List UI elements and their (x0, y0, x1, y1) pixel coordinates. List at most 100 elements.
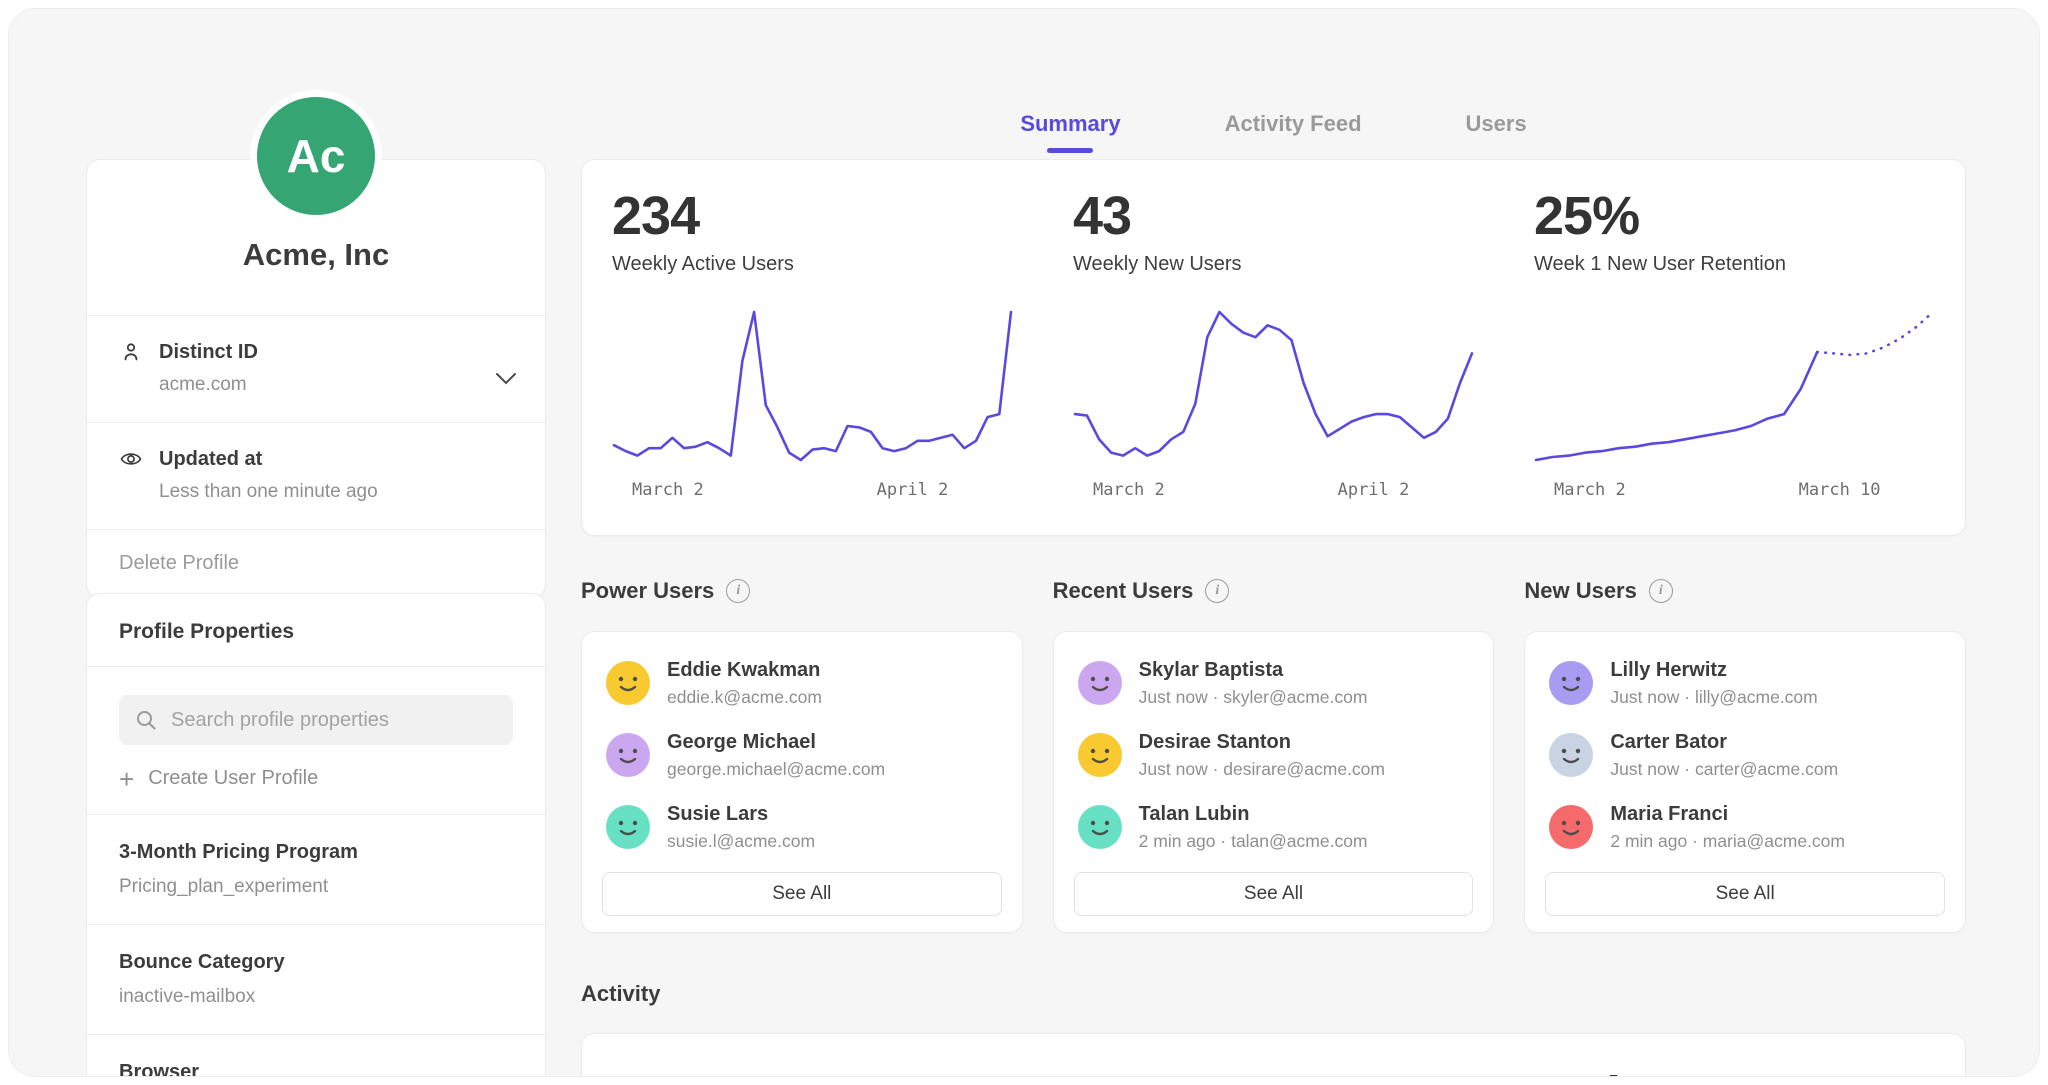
eye-icon (119, 447, 143, 471)
see-all-button[interactable]: See All (1545, 872, 1945, 916)
user-name: Desirae Stanton (1139, 730, 1385, 754)
user-avatar (606, 661, 650, 705)
updated-at-value: Less than one minute ago (159, 481, 513, 503)
stat-value: 25% (1534, 188, 1935, 245)
tab-users[interactable]: Users (1466, 111, 1527, 153)
info-icon[interactable]: i (726, 579, 750, 603)
user-avatar (1078, 733, 1122, 777)
x-axis-tick: March 2 (632, 480, 704, 500)
user-list-item[interactable]: Susie Larssusie.l@acme.com (606, 802, 1002, 852)
property-label: Bounce Category (119, 951, 513, 974)
user-name: Lilly Herwitz (1610, 658, 1817, 682)
see-all-button[interactable]: See All (602, 872, 1002, 916)
user-avatar (606, 733, 650, 777)
user-avatar (1078, 661, 1122, 705)
user-list-item[interactable]: George Michaelgeorge.michael@acme.com (606, 730, 1002, 780)
info-icon[interactable]: i (1205, 579, 1229, 603)
plus-icon: + (119, 769, 134, 789)
activity-stat-value: 3.4k (1534, 1068, 1935, 1077)
user-list-item[interactable]: Talan Lubin2 min ago · talan@acme.com (1078, 802, 1474, 852)
user-list-item[interactable]: Maria Franci 2 min ago · maria@acme.com (1549, 802, 1945, 852)
user-list-item[interactable]: Carter BatorJust now · carter@acme.com (1549, 730, 1945, 780)
x-axis-tick: March 10 (1799, 480, 1881, 500)
activity-stat: 234 (582, 1034, 1043, 1077)
chevron-down-icon[interactable] (495, 372, 517, 385)
property-row[interactable]: Browser Chrome (87, 1034, 545, 1077)
see-all-button[interactable]: See All (1074, 872, 1474, 916)
user-list-item[interactable]: Desirae Stanton Just now · desirare@acme.… (1078, 730, 1474, 780)
property-value: inactive-mailbox (119, 986, 513, 1008)
user-avatar (1549, 661, 1593, 705)
sparkline-chart (612, 306, 1013, 466)
user-list-item[interactable]: Lilly HerwitzJust now · lilly@acme.com (1549, 658, 1945, 708)
x-axis-tick: March 2 (1093, 480, 1165, 500)
updated-at-row: Updated at Less than one minute ago (87, 422, 545, 529)
avatar-face (1078, 733, 1122, 777)
avatar-face (606, 733, 650, 777)
user-avatar (1549, 805, 1593, 849)
user-subtext: 2 min ago · maria@acme.com (1610, 831, 1845, 852)
search-input[interactable] (169, 708, 497, 733)
user-subtext: eddie.k@acme.com (667, 687, 822, 708)
user-avatar (1078, 805, 1122, 849)
stat-label: Weekly Active Users (612, 252, 1013, 276)
user-list-item[interactable]: Eddie Kwakmaneddie.k@acme.com (606, 658, 1002, 708)
info-icon[interactable]: i (1649, 579, 1673, 603)
tab-summary[interactable]: Summary (1020, 111, 1120, 153)
user-section-recent-users: Recent Users i Skylar Baptista Just now · s… (1053, 575, 1495, 933)
user-section-title: Power Users (581, 578, 714, 604)
user-subtext: Just now · skyler@acme.com (1139, 687, 1368, 708)
distinct-id-row[interactable]: Distinct ID acme.com (87, 315, 545, 422)
activity-stat-value: 234 (612, 1068, 1013, 1077)
delete-profile-button[interactable]: Delete Profile (87, 529, 545, 597)
user-lists-row: Power Users i Eddie Kwakmaneddie.k@acme.co… (581, 575, 1966, 933)
avatar-face (1549, 733, 1593, 777)
stat-value: 234 (612, 188, 1013, 245)
stat-weekly-new-users: 43 Weekly New Users March 2 April 2 (1043, 160, 1504, 535)
property-label: 3-Month Pricing Program (119, 841, 513, 864)
stat-weekly-active-users: 234 Weekly Active Users March 2 April 2 (582, 160, 1043, 535)
x-axis-tick: April 2 (877, 480, 949, 500)
sparkline-chart (1534, 306, 1935, 466)
create-user-profile-label: Create User Profile (148, 767, 318, 790)
property-label: Browser (119, 1061, 513, 1077)
stat-week1-retention: 25% Week 1 New User Retention March 2 Ma… (1504, 160, 1965, 535)
search-icon (135, 709, 157, 731)
avatar-face (1078, 805, 1122, 849)
summary-stats-card: 234 Weekly Active Users March 2 April 2 … (581, 159, 1966, 536)
updated-at-label: Updated at (159, 448, 262, 471)
activity-stat: 240 (1043, 1034, 1504, 1077)
user-name: Carter Bator (1610, 730, 1838, 754)
user-name: Skylar Baptista (1139, 658, 1368, 682)
avatar-face (606, 661, 650, 705)
user-avatar (1549, 733, 1593, 777)
tab-activity-feed[interactable]: Activity Feed (1225, 111, 1362, 153)
avatar-face (1078, 661, 1122, 705)
profile-properties-card: Profile Properties + Create User Profile… (86, 593, 546, 1077)
company-avatar: Ac (250, 90, 382, 222)
user-section-title: New Users (1524, 578, 1637, 604)
activity-card: 234 240 3.4k (581, 1033, 1966, 1077)
avatar-face (1549, 805, 1593, 849)
create-user-profile-button[interactable]: + Create User Profile (119, 767, 513, 790)
x-axis-tick: April 2 (1338, 480, 1410, 500)
property-row[interactable]: Bounce Category inactive-mailbox (87, 924, 545, 1034)
user-subtext: susie.l@acme.com (667, 831, 815, 852)
company-profile-card: Acme, Inc Distinct ID acme.com (86, 159, 546, 598)
user-subtext: Just now · desirare@acme.com (1139, 759, 1385, 780)
user-list-card: Lilly HerwitzJust now · lilly@acme.com Ca… (1524, 631, 1966, 933)
user-subtext: 2 min ago · talan@acme.com (1139, 831, 1368, 852)
company-initials: Ac (287, 129, 346, 183)
avatar-face (606, 805, 650, 849)
activity-stat: 3.4k (1504, 1034, 1965, 1077)
user-name: Maria Franci (1610, 802, 1845, 826)
user-list-item[interactable]: Skylar Baptista Just now · skyler@acme.co… (1078, 658, 1474, 708)
user-name: George Michael (667, 730, 885, 754)
user-section-new-users: New Users i Lilly HerwitzJust now · lilly@… (1524, 575, 1966, 933)
stat-value: 43 (1073, 188, 1474, 245)
x-axis-tick: March 2 (1554, 480, 1626, 500)
property-row[interactable]: 3-Month Pricing Program Pricing_plan_exp… (87, 814, 545, 924)
distinct-id-label: Distinct ID (159, 341, 258, 364)
profile-properties-search[interactable] (119, 695, 513, 745)
user-section-title: Recent Users (1053, 578, 1194, 604)
